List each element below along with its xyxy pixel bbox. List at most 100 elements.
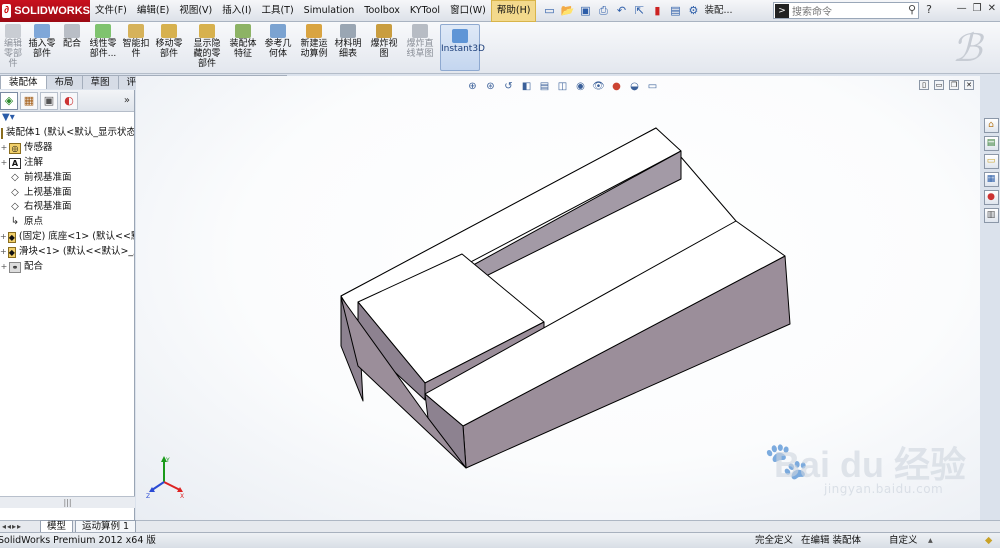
origin-icon: ↳	[10, 216, 20, 228]
restore-icon[interactable]: ❐	[973, 3, 982, 14]
search-commands-field[interactable]: > 搜索命令 ⚲	[773, 2, 919, 19]
filter-icon[interactable]: ▼▾	[0, 112, 134, 126]
command-button[interactable]: 移动零部件	[152, 24, 186, 59]
tab[interactable]: 布局	[45, 75, 83, 89]
expand-icon[interactable]: +	[0, 230, 7, 245]
more-tabs-icon[interactable]: »	[124, 95, 130, 106]
menu-item[interactable]: Simulation	[299, 0, 360, 22]
menu-item[interactable]: 编辑(E)	[132, 0, 174, 22]
view-palette-icon[interactable]: ▦	[983, 172, 999, 187]
status-editing: 在编辑 装配体	[801, 535, 862, 546]
expand-icon[interactable]: +	[0, 260, 8, 275]
command-button[interactable]: Instant3D	[440, 24, 485, 71]
file-properties-icon[interactable]: ▤	[668, 4, 682, 18]
display-manager-tab-icon[interactable]: ◐	[60, 91, 78, 110]
search-placeholder: 搜索命令	[792, 7, 832, 18]
minimize-icon[interactable]: —	[957, 3, 967, 14]
select-icon[interactable]: ⇱	[632, 4, 646, 18]
window-title-label: 装配...	[704, 4, 733, 16]
command-button[interactable]: 显示隐藏的零部件	[190, 24, 224, 69]
tree-root-assembly[interactable]: 装配体1 (默认<默认_显示状态-	[0, 126, 134, 141]
graphics-area[interactable]: ⊕ ⊛ ↺ ◧ ▤ ◫ ◉ 👁 ● ◒ ▭ ▯ ▭ ❐ ✕ Y X Z 🐾 Ba…	[136, 76, 980, 520]
close-icon[interactable]: ✕	[988, 3, 996, 14]
part-icon: ◆	[7, 232, 16, 244]
tree-item-label: 前视基准面	[24, 171, 72, 183]
open-icon[interactable]: 📂	[560, 4, 575, 18]
status-product: SolidWorks Premium 2012 x64 版	[0, 535, 156, 546]
tree-item[interactable]: + A 注解	[0, 156, 134, 171]
property-manager-tab-icon[interactable]: ▦	[20, 91, 38, 110]
status-units[interactable]: 自定义	[889, 533, 918, 548]
menu-item[interactable]: 窗口(W)	[445, 0, 491, 22]
edit-component-icon	[5, 24, 21, 38]
menu-item[interactable]: Toolbox	[359, 0, 405, 22]
command-button[interactable]: 爆炸直线草图	[404, 24, 436, 59]
feature-manager-tab-icon[interactable]: ◈	[0, 91, 18, 110]
status-bar: SolidWorks Premium 2012 x64 版 完全定义 在编辑 装…	[0, 532, 1000, 548]
command-button[interactable]: 新建运动算例	[298, 24, 330, 59]
command-button[interactable]: 智能扣件	[121, 24, 151, 59]
command-search-icon: >	[775, 3, 789, 18]
menu-item[interactable]: 文件(F)	[90, 0, 132, 22]
help-icon[interactable]: ?	[922, 3, 936, 17]
menu-item[interactable]: 工具(T)	[256, 0, 298, 22]
mate-icon	[64, 24, 80, 38]
solidworks-logo[interactable]: ∂ SOLIDWORKS	[0, 0, 90, 22]
tree-item[interactable]: ◇ 前视基准面	[0, 171, 134, 186]
tree-item[interactable]: ◇ 上视基准面	[0, 186, 134, 201]
svg-text:X: X	[180, 493, 184, 498]
bom-icon	[340, 24, 356, 38]
reference-geometry-icon	[270, 24, 286, 38]
configuration-manager-tab-icon[interactable]: ▣	[40, 91, 58, 110]
svg-text:Y: Y	[165, 457, 170, 464]
command-button[interactable]: 参考几何体	[262, 24, 294, 59]
solidworks-resources-icon[interactable]: ⌂	[983, 118, 999, 133]
expand-icon[interactable]: +	[0, 141, 8, 156]
save-icon[interactable]: ▣	[578, 4, 592, 18]
command-button[interactable]: 插入零部件	[27, 24, 57, 59]
menu-item[interactable]: 帮助(H)	[490, 0, 537, 22]
tree-item[interactable]: + ◎ 传感器	[0, 141, 134, 156]
tree-item-label: (固定) 底座<1> (默认<<默认	[18, 231, 134, 243]
tree-item[interactable]: ↳ 原点	[0, 215, 134, 230]
tab[interactable]: 草图	[81, 75, 119, 89]
panel-scrollbar[interactable]: |||	[0, 496, 135, 508]
reference-triad[interactable]: Y X Z	[146, 454, 186, 498]
search-icon[interactable]: ⚲	[908, 3, 916, 16]
rebuild-icon[interactable]: ▮	[650, 4, 664, 18]
appearances-icon[interactable]: ●	[983, 190, 999, 205]
tree-item[interactable]: ◇ 右视基准面	[0, 200, 134, 215]
command-button[interactable]: 爆炸视图	[369, 24, 399, 59]
command-button[interactable]: 配合	[60, 24, 84, 49]
tab[interactable]: 装配体	[0, 75, 47, 89]
tree-item[interactable]: + ◆ 滑块<1> (默认<<默认>_显	[0, 245, 134, 260]
command-button[interactable]: 装配体特征	[227, 24, 259, 59]
tree-item[interactable]: + ⚭ 配合	[0, 260, 134, 275]
expand-icon[interactable]: +	[0, 156, 8, 171]
options-icon[interactable]: ⚙	[686, 4, 700, 18]
command-button[interactable]: 线性零部件...	[88, 24, 118, 59]
new-document-icon[interactable]: ▭	[542, 4, 556, 18]
expand-icon[interactable]: +	[0, 245, 7, 260]
tab-nav-arrows-icon[interactable]: ◂◂▸▸	[0, 522, 40, 531]
annotation-icon: A	[9, 157, 21, 169]
menu-item[interactable]: KYTool	[405, 0, 445, 22]
ds-brand-logo: ℬ	[952, 26, 982, 70]
design-library-icon[interactable]: ▤	[983, 136, 999, 151]
task-pane-tabs: ⌂ ▤ ▭ ▦ ● ▥	[982, 118, 1000, 228]
menu-item[interactable]: 插入(I)	[217, 0, 256, 22]
command-label: 参考几何体	[264, 39, 292, 59]
undo-icon[interactable]: ↶	[614, 4, 628, 18]
watermark-brand: Bai du 经验	[774, 444, 967, 485]
command-label: 线性零部件...	[89, 39, 117, 59]
watermark-url: jingyan.baidu.com	[824, 482, 944, 496]
tree-item[interactable]: +◆(固定) 底座<1> (默认<<默认	[0, 230, 134, 245]
custom-properties-icon[interactable]: ▥	[983, 208, 999, 223]
menu-item[interactable]: 视图(V)	[174, 0, 217, 22]
print-icon[interactable]: ⎙	[596, 4, 610, 18]
units-dropdown-icon[interactable]: ▴	[928, 533, 933, 548]
command-button[interactable]: 材料明细表	[333, 24, 363, 59]
tree-item-label: 滑块<1> (默认<<默认>_显	[18, 246, 134, 258]
file-explorer-icon[interactable]: ▭	[983, 154, 999, 169]
command-button[interactable]: 编辑零部件	[0, 24, 26, 69]
